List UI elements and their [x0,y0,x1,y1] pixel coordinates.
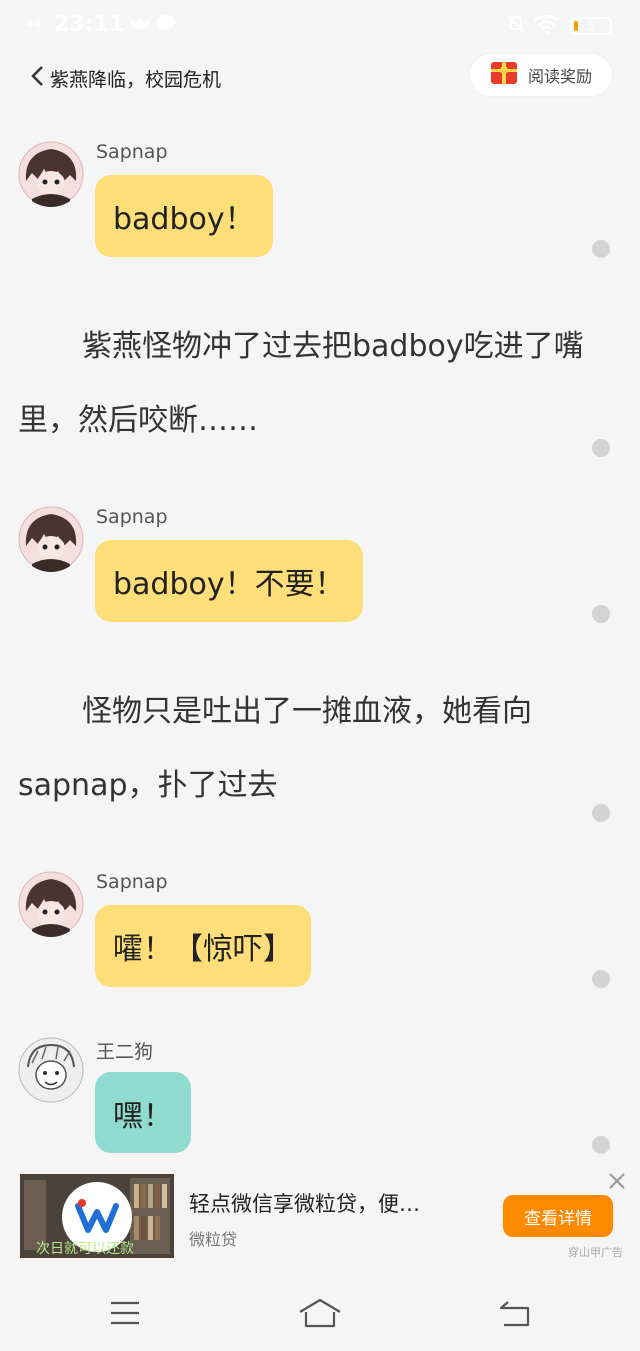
status-left: 4G 23:11 [26,12,176,37]
menu-button[interactable] [103,1298,147,1332]
ad-title[interactable]: 轻点微信享微粒贷，便… [189,1188,420,1218]
silent-icon [508,14,524,38]
sender-name: Sapnap [96,871,168,893]
battery-fill [574,21,578,31]
status-bar: 4G 23:11 5 [0,0,640,50]
status-right: 5 [508,14,612,38]
ad-details-button[interactable]: 查看详情 [503,1195,613,1237]
paragraph-comment-dot[interactable] [592,1136,610,1154]
network-type: 4G [26,18,42,30]
message-text: badboy！不要！ [113,567,345,602]
sender-name: Sapnap [96,141,168,163]
paragraph-comment-dot[interactable] [592,439,610,457]
ad-image[interactable]: 次日就可以还款 [20,1174,174,1258]
paragraph-comment-dot[interactable] [592,605,610,623]
paragraph-comment-dot[interactable] [592,970,610,988]
ad-subtitle: 微粒贷 [189,1230,238,1249]
back-nav-button[interactable] [493,1298,537,1332]
message-text: badboy！ [113,202,255,237]
message-bubble[interactable]: 嚯！【惊吓】 [95,905,311,987]
chapter-title: 紫燕降临，校园危机 [50,68,222,91]
paragraph-comment-dot[interactable] [592,804,610,822]
message-bubble[interactable]: 嘿！ [95,1072,191,1153]
message-icon [156,14,176,36]
narration-paragraph: 紫燕怪物冲了过去把badboy吃进了嘴里，然后咬断…… [18,329,584,438]
paragraph-comment-dot[interactable] [592,240,610,258]
avatar-wangergou[interactable] [18,1037,84,1103]
return-icon [498,1299,532,1331]
back-button[interactable]: 紫燕降临，校园危机 [30,60,221,96]
system-navigation-bar [0,1278,640,1351]
status-time: 23:11 [54,12,125,37]
gift-icon [490,60,518,90]
reward-label: 阅读奖励 [527,67,592,86]
sender-name: 王二狗 [96,1041,154,1063]
avatar-sapnap[interactable] [18,871,84,937]
reader-header: 紫燕降临，校园危机 阅读奖励 [0,50,640,106]
message-text: 嘿！ [113,1098,173,1134]
chevron-left-icon [30,65,44,91]
menu-icon [109,1300,141,1330]
ad-image-caption: 次日就可以还款 [36,1241,134,1257]
ad-banner[interactable]: 次日就可以还款 轻点微信享微粒贷，便… 微粒贷 查看详情 穿山甲广告 [0,1168,640,1264]
battery-level: 5 [587,20,595,32]
message-bubble[interactable]: badboy！ [95,175,273,257]
narration-paragraph: 怪物只是吐出了一摊血液，她看向sapnap，扑了过去 [18,694,532,803]
crown-icon [130,15,150,35]
home-icon [298,1298,342,1332]
ad-source-label: 穿山甲广告 [568,1246,623,1259]
home-button[interactable] [298,1298,342,1332]
sender-name: Sapnap [96,506,168,528]
wifi-icon [534,14,560,38]
avatar-sapnap[interactable] [18,506,84,572]
message-text: 嚯！【惊吓】 [113,932,293,967]
message-bubble[interactable]: badboy！不要！ [95,540,363,622]
close-icon[interactable] [606,1170,628,1192]
reading-reward-button[interactable]: 阅读奖励 [470,54,612,96]
battery-indicator: 5 [570,17,612,35]
avatar-sapnap[interactable] [18,141,84,207]
